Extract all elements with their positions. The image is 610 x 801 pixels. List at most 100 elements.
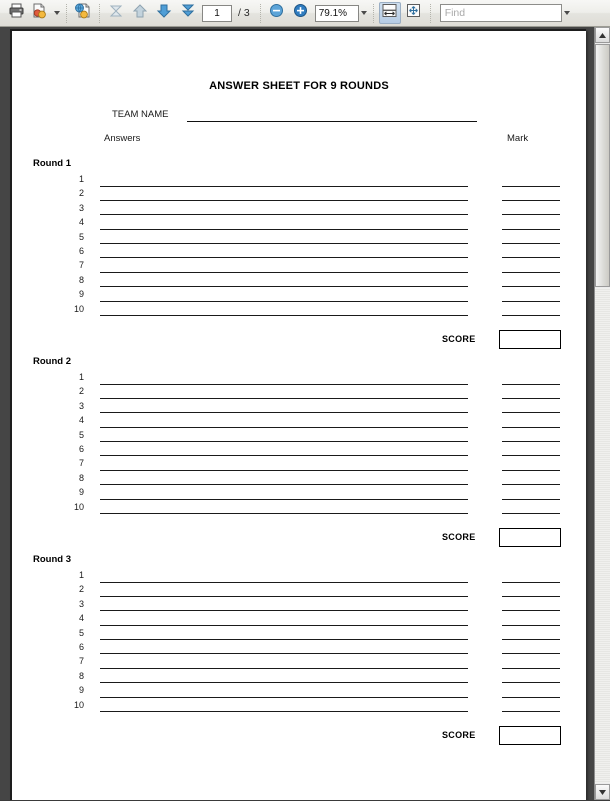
printer-icon [8, 2, 25, 24]
score-input-box[interactable] [499, 726, 561, 745]
score-input-box[interactable] [499, 330, 561, 349]
answer-writing-line [100, 711, 468, 713]
answer-writing-line [100, 383, 468, 385]
row-number: 5 [78, 627, 84, 638]
export-pdf-icon [31, 2, 49, 24]
answer-row: 8 [12, 473, 586, 487]
round-title: Round 3 [33, 554, 71, 565]
row-number: 1 [78, 570, 84, 580]
mark-writing-line [502, 397, 560, 399]
mark-writing-line [502, 228, 560, 230]
answer-writing-line [100, 271, 468, 273]
toolbar-separator [259, 3, 261, 23]
current-page-input[interactable]: 1 [202, 4, 232, 22]
answer-row: 4 [12, 613, 586, 627]
row-number: 9 [78, 289, 84, 300]
answer-row: 4 [12, 415, 586, 429]
answer-row: 5 [12, 232, 586, 246]
previous-page-button[interactable] [129, 2, 151, 24]
pdf-viewer-canvas[interactable]: ANSWER SHEET FOR 9 ROUNDS TEAM NAME Answ… [0, 27, 610, 800]
row-number: 7 [78, 458, 84, 469]
mark-writing-line [502, 441, 560, 443]
answer-rows: 1 2 3 4 5 6 7 8 9 10 [12, 570, 586, 714]
answer-row: 1 [12, 372, 586, 386]
last-page-icon [180, 3, 196, 24]
zoom-level-input[interactable]: 79.1% [314, 4, 359, 22]
scrollbar-track[interactable] [595, 288, 610, 783]
answer-row: 7 [12, 260, 586, 274]
last-page-button[interactable] [177, 2, 199, 24]
answer-writing-line [100, 696, 468, 698]
answer-row: 2 [12, 584, 586, 598]
mark-writing-line [502, 498, 560, 500]
row-number: 9 [78, 487, 84, 498]
answer-writing-line [100, 484, 468, 486]
answer-row: 10 [12, 502, 586, 516]
answer-row: 9 [12, 487, 586, 501]
mark-writing-line [502, 257, 560, 259]
answer-writing-line [100, 315, 468, 317]
export-dropdown-arrow-icon[interactable] [54, 11, 60, 15]
print-button[interactable] [5, 2, 27, 24]
row-number: 8 [78, 670, 84, 681]
export-pdf-button[interactable] [29, 2, 51, 24]
page-total-label: / 3 [238, 7, 250, 19]
answer-row: 1 [12, 174, 586, 188]
score-input-box[interactable] [499, 528, 561, 547]
scrollbar-thumb[interactable] [595, 44, 610, 287]
find-input[interactable]: Find [439, 4, 562, 22]
scroll-down-button[interactable] [595, 784, 610, 800]
answer-row: 2 [12, 386, 586, 400]
mark-writing-line [502, 426, 560, 428]
score-label: SCORE [442, 334, 476, 344]
zoom-in-button[interactable] [290, 2, 312, 24]
row-number: 1 [78, 372, 84, 382]
row-number: 2 [78, 386, 84, 397]
round-title: Round 2 [33, 356, 71, 367]
scroll-up-button[interactable] [595, 27, 610, 43]
mark-writing-line [502, 214, 560, 216]
toolbar-separator [99, 3, 100, 23]
row-number: 4 [78, 613, 84, 624]
answers-column-header: Answers [104, 133, 141, 144]
answer-rows: 1 2 3 4 5 6 7 8 9 10 [12, 174, 586, 318]
answer-writing-line [100, 667, 468, 669]
first-page-button[interactable] [105, 2, 127, 24]
mark-writing-line [502, 484, 560, 486]
row-number: 10 [73, 303, 84, 314]
save-as-web-button[interactable] [72, 2, 94, 24]
first-page-icon [108, 3, 124, 24]
row-number: 2 [78, 188, 84, 199]
mark-writing-line [502, 315, 560, 317]
answer-writing-line [100, 300, 468, 302]
team-name-writing-line [187, 121, 477, 122]
score-label: SCORE [442, 730, 476, 740]
row-number: 7 [78, 656, 84, 667]
mark-writing-line [502, 610, 560, 612]
row-number: 10 [73, 501, 84, 512]
answer-row: 6 [12, 642, 586, 656]
row-number: 8 [78, 274, 84, 285]
answer-writing-line [100, 426, 468, 428]
answer-row: 10 [12, 304, 586, 318]
mark-writing-line [502, 243, 560, 245]
team-name-label: TEAM NAME [112, 109, 169, 120]
row-number: 5 [78, 231, 84, 242]
answer-row: 5 [12, 430, 586, 444]
answer-row: 3 [12, 401, 586, 415]
vertical-scrollbar[interactable] [594, 27, 610, 800]
mark-writing-line [502, 199, 560, 201]
zoom-out-button[interactable] [266, 2, 288, 24]
zoom-dropdown-arrow-icon[interactable] [360, 11, 367, 15]
answer-writing-line [100, 469, 468, 471]
answer-writing-line [100, 498, 468, 500]
fit-page-button[interactable] [403, 2, 425, 24]
row-number: 5 [78, 429, 84, 440]
find-dropdown-arrow-icon[interactable] [563, 11, 570, 15]
answer-writing-line [100, 639, 468, 641]
row-number: 7 [78, 260, 84, 271]
fit-width-button[interactable] [378, 2, 401, 24]
next-page-button[interactable] [153, 2, 175, 24]
mark-writing-line [502, 286, 560, 288]
toolbar-separator [66, 3, 67, 23]
